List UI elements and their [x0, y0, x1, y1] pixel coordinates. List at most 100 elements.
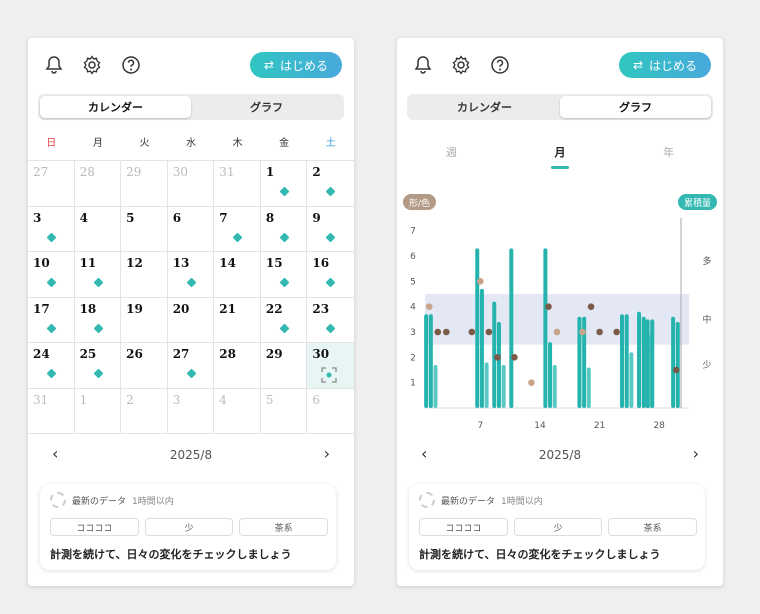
tab-graph[interactable]: グラフ [191, 96, 342, 118]
card-message: 計測を続けて、日々の変化をチェックしましょう [419, 548, 661, 561]
day-number: 23 [312, 301, 330, 316]
calendar-day[interactable]: 13 [167, 252, 215, 298]
prev-month-button[interactable]: ‹ [421, 444, 427, 463]
calendar-day[interactable]: 28 [74, 161, 122, 207]
calendar-day[interactable]: 19 [121, 297, 168, 343]
day-number: 31 [219, 165, 235, 179]
y-tick-label: 6 [410, 252, 416, 262]
day-number: 13 [172, 256, 190, 270]
amount-level-label: 多 [702, 255, 711, 267]
latest-data-card[interactable]: 最新のデータ 1時間以内 ココココ 少 茶系 計測を続けて、日々の変化をチェック… [409, 484, 705, 570]
day-number: 27 [172, 347, 190, 361]
gear-icon[interactable] [82, 55, 102, 75]
calendar-day[interactable]: 9 [307, 207, 354, 252]
start-button[interactable]: ⇄ はじめる [250, 52, 342, 78]
day-number: 28 [79, 165, 95, 179]
calendar-day[interactable]: 7 [214, 206, 261, 252]
day-number: 24 [33, 347, 50, 361]
calendar-day[interactable]: 1 [260, 161, 308, 207]
bell-icon[interactable] [44, 55, 64, 75]
day-number: 20 [172, 301, 190, 316]
calendar-day[interactable]: 5 [121, 206, 168, 252]
next-month-button[interactable]: › [693, 444, 699, 463]
calendar-day[interactable]: 20 [167, 297, 215, 343]
calendar-day[interactable]: 21 [214, 297, 261, 343]
daily-bar [501, 364, 506, 408]
calendar-day[interactable]: 6 [307, 389, 354, 434]
calendar-day-today[interactable]: 30 [307, 343, 354, 389]
shape-point [672, 366, 680, 374]
start-button-label: はじめる [280, 58, 329, 73]
calendar-day[interactable]: 1 [74, 388, 122, 434]
amount-chip: 少 [144, 518, 234, 536]
day-number: 4 [219, 392, 227, 407]
calendar-day[interactable]: 27 [167, 343, 215, 389]
calendar-day[interactable]: 3 [167, 388, 215, 434]
x-tick-label: 7 [477, 421, 483, 431]
card-message: 計測を続けて、日々の変化をチェックしましょう [50, 548, 292, 561]
calendar-day[interactable]: 12 [121, 252, 168, 298]
calendar-day[interactable]: 23 [307, 298, 354, 343]
weekday-sat: 土 [325, 138, 336, 149]
record-dot [93, 323, 104, 333]
record-dot [279, 323, 290, 333]
latest-data-card[interactable]: 最新のデータ 1時間以内 ココココ 少 茶系 計測を続けて、日々の変化をチェック… [40, 484, 336, 570]
calendar-day[interactable]: 24 [28, 343, 75, 389]
calendar-day[interactable]: 4 [214, 388, 261, 434]
calendar-day[interactable]: 30 [167, 161, 215, 207]
shape-point [434, 328, 442, 336]
daily-bar [629, 352, 634, 408]
y-tick-label: 5 [410, 277, 416, 287]
color-chip: 茶系 [608, 518, 698, 536]
day-number: 2 [126, 392, 134, 407]
calendar-day[interactable]: 11 [74, 252, 122, 298]
day-number: 10 [33, 256, 50, 270]
daily-bar [645, 319, 650, 408]
calendar-day[interactable]: 16 [307, 252, 354, 298]
calendar-day[interactable]: 6 [167, 206, 215, 252]
daily-bar [428, 314, 433, 408]
card-header: 最新のデータ 1時間以内 [50, 492, 174, 508]
shape-point [528, 379, 535, 386]
calendar-day[interactable]: 15 [260, 252, 308, 298]
tab-calendar[interactable]: カレンダー [40, 96, 191, 118]
card-title: 最新のデータ [441, 496, 496, 507]
help-icon[interactable] [121, 55, 141, 75]
record-dot [325, 277, 336, 288]
calendar-day[interactable]: 25 [74, 343, 122, 389]
calendar-day[interactable]: 17 [28, 297, 75, 343]
day-number: 26 [126, 347, 143, 361]
calendar-day[interactable]: 3 [28, 206, 75, 252]
calendar-day[interactable]: 2 [307, 161, 354, 207]
calendar-day[interactable]: 31 [214, 161, 261, 207]
calendar-day[interactable]: 29 [260, 343, 308, 389]
calendar-day[interactable]: 5 [260, 388, 308, 434]
shape-point [587, 303, 595, 310]
loading-ring-icon [419, 492, 435, 508]
day-number: 9 [312, 210, 321, 225]
next-month-button[interactable]: › [324, 444, 330, 463]
calendar-day[interactable]: 28 [214, 343, 261, 389]
calendar-day[interactable]: 14 [214, 252, 261, 298]
scan-target-icon[interactable] [321, 367, 338, 383]
calendar-day[interactable]: 8 [260, 206, 308, 252]
calendar-day[interactable]: 18 [74, 297, 122, 343]
daily-bar [548, 342, 553, 408]
calendar-day[interactable]: 4 [74, 206, 122, 252]
daily-bar [586, 367, 591, 408]
calendar-day[interactable]: 2 [121, 388, 168, 434]
calendar-day[interactable]: 27 [28, 161, 75, 207]
day-number: 8 [265, 210, 275, 225]
card-chips: ココココ 少 茶系 [50, 518, 329, 536]
prev-month-button[interactable]: ‹ [52, 444, 58, 463]
calendar-day[interactable]: 31 [28, 388, 75, 434]
month-navigation: ‹ 2025/8 › [397, 444, 723, 466]
day-number: 29 [126, 165, 142, 179]
calendar-day[interactable]: 26 [121, 343, 168, 389]
color-chip: 茶系 [239, 518, 329, 536]
calendar-day[interactable]: 10 [28, 252, 75, 298]
daily-bar [675, 321, 680, 408]
day-number: 21 [219, 301, 236, 316]
calendar-day[interactable]: 29 [121, 161, 168, 207]
calendar-day[interactable]: 22 [260, 297, 308, 343]
